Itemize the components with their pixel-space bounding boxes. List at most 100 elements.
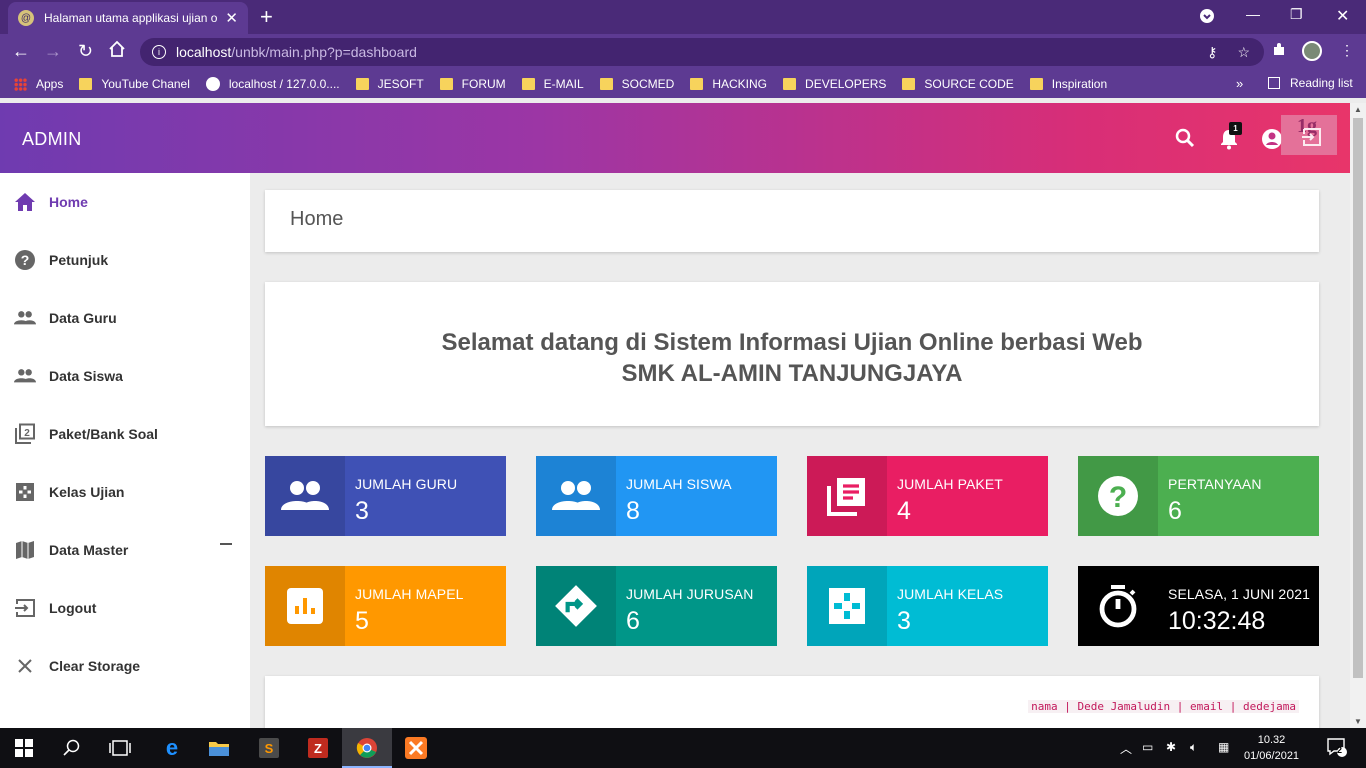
browser-menu-icon[interactable]: ⋮ bbox=[1340, 42, 1354, 59]
browser-tab[interactable]: @ Halaman utama applikasi ujian o ✕ bbox=[8, 2, 248, 34]
new-tab-button[interactable]: + bbox=[260, 6, 273, 28]
close-window-button[interactable]: ✕ bbox=[1336, 6, 1349, 26]
extensions-icon[interactable] bbox=[1272, 42, 1287, 60]
folder-icon bbox=[599, 78, 613, 90]
sidebar-item-petunjuk[interactable]: ? Petunjuk bbox=[0, 231, 250, 289]
sidebar-item-home[interactable]: Home bbox=[0, 173, 250, 231]
bookmark-folder[interactable]: Inspiration bbox=[1029, 77, 1107, 91]
sidebar-item-data-master[interactable]: Data Master bbox=[0, 521, 250, 579]
key-icon[interactable]: ⚷ bbox=[1207, 44, 1217, 61]
folder-icon bbox=[783, 78, 797, 90]
bookmark-folder[interactable]: E-MAIL bbox=[521, 77, 584, 91]
collapse-icon[interactable] bbox=[220, 543, 232, 545]
scroll-up-icon[interactable]: ▲ bbox=[1354, 105, 1362, 114]
reload-button[interactable]: ↻ bbox=[78, 40, 93, 62]
help-icon: ? bbox=[14, 249, 36, 271]
welcome-text: Selamat datang di Sistem Informasi Ujian… bbox=[265, 327, 1319, 389]
bookmark-star-icon[interactable]: ☆ bbox=[1237, 44, 1250, 61]
tile-label: JUMLAH PAKET bbox=[897, 476, 1003, 492]
page-scrollbar[interactable]: ▲ ▼ bbox=[1350, 103, 1366, 728]
user-info-code: nama | Dede Jamaludin | email | dedejama bbox=[1028, 700, 1299, 713]
svg-text:Z: Z bbox=[314, 741, 322, 756]
scroll-down-icon[interactable]: ▼ bbox=[1354, 717, 1362, 726]
file-explorer-icon[interactable] bbox=[207, 736, 231, 760]
home-button[interactable] bbox=[108, 40, 126, 63]
bookmark-folder[interactable]: YouTube Chanel bbox=[79, 77, 190, 91]
tab-title: Halaman utama applikasi ujian o bbox=[44, 11, 218, 25]
tile-jumlah-jurusan[interactable]: JUMLAH JURUSAN 6 bbox=[536, 566, 777, 646]
bookmark-folder[interactable]: FORUM bbox=[439, 77, 506, 91]
sidebar-item-kelas-ujian[interactable]: Kelas Ujian bbox=[0, 463, 250, 521]
tile-label: PERTANYAAN bbox=[1168, 476, 1262, 492]
browser-toolbar: ← → ↻ i localhost/unbk/main.php?p=dashbo… bbox=[0, 34, 1366, 70]
profile-menu-icon[interactable] bbox=[1199, 8, 1215, 27]
system-clock[interactable]: 10.32 01/06/2021 bbox=[1244, 732, 1299, 764]
close-tab-icon[interactable]: ✕ bbox=[225, 9, 238, 27]
tile-pertanyaan[interactable]: ? PERTANYAAN 6 bbox=[1078, 456, 1319, 536]
tile-jumlah-paket[interactable]: JUMLAH PAKET 4 bbox=[807, 456, 1048, 536]
address-bar[interactable]: i localhost/unbk/main.php?p=dashboard ⚷ … bbox=[140, 38, 1264, 66]
sublime-text-icon[interactable]: S bbox=[257, 736, 281, 760]
reading-list-button[interactable]: Reading list bbox=[1268, 76, 1353, 90]
tile-jumlah-guru[interactable]: JUMLAH GURU 3 bbox=[265, 456, 506, 536]
bookmark-folder[interactable]: JESOFT bbox=[355, 77, 424, 91]
svg-text:2: 2 bbox=[24, 428, 30, 439]
bookmark-apps[interactable]: Apps bbox=[14, 77, 63, 91]
globe-icon bbox=[205, 77, 220, 91]
search-icon[interactable] bbox=[60, 736, 84, 760]
tile-value: 4 bbox=[897, 497, 911, 525]
bookmark-folder[interactable]: SOCMED bbox=[599, 77, 674, 91]
bookmark-folder[interactable]: SOURCE CODE bbox=[902, 77, 1014, 91]
people-icon bbox=[536, 456, 616, 536]
edge-browser-icon[interactable]: e bbox=[160, 735, 184, 760]
home-icon bbox=[14, 191, 36, 213]
battery-icon[interactable]: ▭ bbox=[1142, 740, 1153, 754]
maximize-window-button[interactable]: ❐ bbox=[1290, 6, 1303, 23]
chrome-icon[interactable] bbox=[355, 736, 379, 760]
keyboard-icon[interactable]: ▦ bbox=[1218, 740, 1229, 754]
directions-icon bbox=[536, 566, 616, 646]
welcome-line-2: SMK AL-AMIN TANJUNGJAYA bbox=[621, 360, 963, 387]
library-books-icon bbox=[807, 456, 887, 536]
folder-icon bbox=[521, 78, 535, 90]
folder-icon bbox=[902, 78, 916, 90]
sidebar-item-label: Paket/Bank Soal bbox=[49, 426, 158, 442]
bookmark-link[interactable]: localhost / 127.0.0.... bbox=[205, 77, 340, 91]
windows-start-icon[interactable] bbox=[12, 736, 36, 760]
tile-jumlah-mapel[interactable]: JUMLAH MAPEL 5 bbox=[265, 566, 506, 646]
logout-icon bbox=[14, 597, 36, 619]
tile-jumlah-siswa[interactable]: JUMLAH SISWA 8 bbox=[536, 456, 777, 536]
site-info-icon[interactable]: i bbox=[152, 45, 166, 59]
profile-avatar[interactable] bbox=[1302, 41, 1322, 61]
bookmark-folder[interactable]: HACKING bbox=[690, 77, 767, 91]
minimize-window-button[interactable]: — bbox=[1246, 6, 1260, 22]
volume-muted-icon[interactable]: 🔈︎ bbox=[1190, 740, 1197, 755]
sidebar-item-paket-bank-soal[interactable]: 2 Paket/Bank Soal bbox=[0, 405, 250, 463]
tile-label: JUMLAH GURU bbox=[355, 476, 458, 492]
task-view-icon[interactable] bbox=[108, 736, 132, 760]
clock-date: SELASA, 1 JUNI 2021 bbox=[1168, 586, 1310, 602]
bookmark-folder[interactable]: DEVELOPERS bbox=[783, 77, 886, 91]
class-icon bbox=[14, 481, 36, 503]
sidebar-item-clear-storage[interactable]: Clear Storage bbox=[0, 637, 250, 695]
more-bookmarks-button[interactable]: » bbox=[1236, 76, 1243, 91]
action-center-icon[interactable]: 2 bbox=[1326, 736, 1348, 761]
scrollbar-thumb[interactable] bbox=[1353, 118, 1363, 678]
filezilla-icon[interactable]: Z bbox=[306, 736, 330, 760]
back-button[interactable]: ← bbox=[12, 40, 30, 62]
search-icon[interactable] bbox=[1175, 128, 1195, 153]
wifi-icon[interactable]: ✱ bbox=[1166, 740, 1176, 754]
account-circle-icon[interactable] bbox=[1261, 128, 1283, 155]
show-hidden-icons-icon[interactable]: ︿ bbox=[1120, 740, 1132, 757]
forward-button[interactable]: → bbox=[44, 40, 62, 62]
tile-jumlah-kelas[interactable]: JUMLAH KELAS 3 bbox=[807, 566, 1048, 646]
tile-label: JUMLAH MAPEL bbox=[355, 586, 464, 602]
app-logo-overlay[interactable]: 1g bbox=[1281, 115, 1337, 155]
sidebar-item-data-guru[interactable]: Data Guru bbox=[0, 289, 250, 347]
sidebar-item-data-siswa[interactable]: Data Siswa bbox=[0, 347, 250, 405]
xampp-icon[interactable] bbox=[404, 736, 428, 760]
sidebar-item-logout[interactable]: Logout bbox=[0, 579, 250, 637]
svg-text:?: ? bbox=[21, 252, 30, 268]
folder-icon bbox=[690, 78, 704, 90]
bookmarks-bar: Apps YouTube Chanel localhost / 127.0.0.… bbox=[0, 70, 1366, 98]
